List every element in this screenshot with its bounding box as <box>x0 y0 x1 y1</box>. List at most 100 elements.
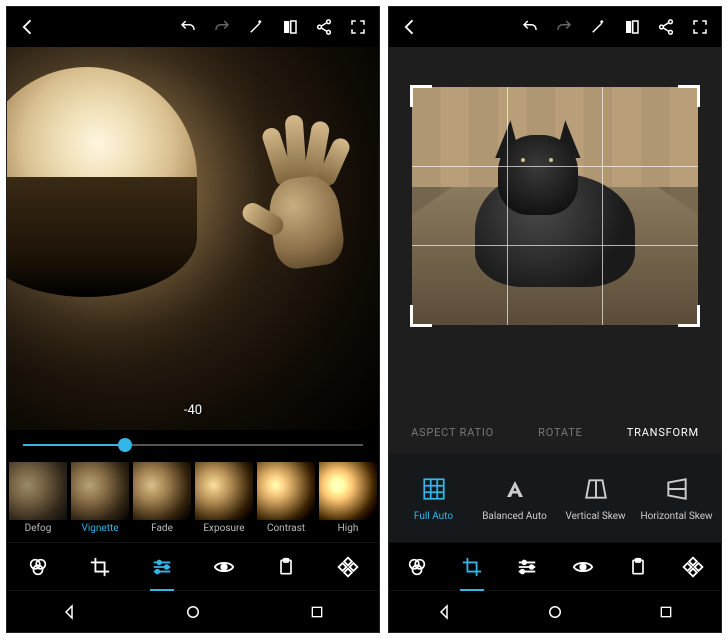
looks-icon <box>27 556 49 578</box>
nav-recents-icon[interactable] <box>302 597 332 627</box>
filter-label: Defog <box>25 523 52 534</box>
heal-icon <box>682 556 704 578</box>
tool-crop[interactable] <box>452 547 492 587</box>
clipboard-icon <box>276 556 296 578</box>
filter-item-vignette[interactable]: Vignette <box>69 460 131 542</box>
adjustment-slider[interactable] <box>7 430 379 460</box>
slider-fill <box>23 444 125 446</box>
fullscreen-icon[interactable] <box>685 12 715 42</box>
heal-icon <box>337 556 359 578</box>
compare-icon[interactable] <box>617 12 647 42</box>
filter-item-high[interactable]: High <box>317 460 379 542</box>
tool-clipboard[interactable] <box>266 547 306 587</box>
crop-tab-row: ASPECT RATIO ROTATE TRANSFORM <box>389 410 721 454</box>
nav-back-icon[interactable] <box>54 597 84 627</box>
back-icon[interactable] <box>13 12 43 42</box>
android-navbar <box>389 590 721 632</box>
nav-back-icon[interactable] <box>429 597 459 627</box>
tool-heal[interactable] <box>328 547 368 587</box>
redo-icon[interactable] <box>549 12 579 42</box>
tool-corrections[interactable] <box>142 547 182 587</box>
tool-crop[interactable] <box>80 547 120 587</box>
magic-wand-icon[interactable] <box>241 12 271 42</box>
filter-thumbnail <box>257 462 315 520</box>
transform-full-auto[interactable]: Full Auto <box>393 475 474 522</box>
filter-item-defog[interactable]: Defog <box>7 460 69 542</box>
crop-handle-br[interactable] <box>678 305 700 327</box>
tool-eye[interactable] <box>204 547 244 587</box>
crop-icon <box>89 556 111 578</box>
crop-canvas[interactable] <box>389 47 721 410</box>
tool-looks[interactable] <box>397 547 437 587</box>
android-navbar <box>7 590 379 632</box>
edited-image <box>7 47 379 430</box>
transform-icon <box>420 475 448 503</box>
bottom-toolbar <box>389 542 721 590</box>
transform-icon <box>663 475 691 503</box>
filter-thumbnail <box>71 462 129 520</box>
back-icon[interactable] <box>395 12 425 42</box>
undo-icon[interactable] <box>515 12 545 42</box>
top-bar <box>7 7 379 47</box>
eye-icon <box>571 556 595 578</box>
transform-icon <box>501 475 529 503</box>
edited-image <box>412 87 698 325</box>
crop-gridline <box>602 87 603 325</box>
eye-icon <box>212 556 236 578</box>
crop-gridline <box>507 87 508 325</box>
tool-heal[interactable] <box>673 547 713 587</box>
crop-handle-tl[interactable] <box>410 85 432 107</box>
undo-icon[interactable] <box>173 12 203 42</box>
tool-looks[interactable] <box>18 547 58 587</box>
transform-icon <box>582 475 610 503</box>
filter-item-contrast[interactable]: Contrast <box>255 460 317 542</box>
transform-label: Balanced Auto <box>482 511 547 522</box>
share-icon[interactable] <box>309 12 339 42</box>
transform-horizontal-skew[interactable]: Horizontal Skew <box>636 475 717 522</box>
filter-thumbnail <box>133 462 191 520</box>
crop-handle-tr[interactable] <box>678 85 700 107</box>
image-canvas[interactable]: -40 <box>7 47 379 430</box>
filter-label: Vignette <box>81 523 118 534</box>
crop-handle-bl[interactable] <box>410 305 432 327</box>
filter-strip[interactable]: Defog Vignette Fade Exposure Contrast High <box>7 460 379 542</box>
filter-item-exposure[interactable]: Exposure <box>193 460 255 542</box>
redo-icon[interactable] <box>207 12 237 42</box>
filter-label: Fade <box>151 523 173 534</box>
nav-home-icon[interactable] <box>178 597 208 627</box>
right-screen: ASPECT RATIO ROTATE TRANSFORM Full Auto Bal… <box>388 6 722 633</box>
filter-item-fade[interactable]: Fade <box>131 460 193 542</box>
top-bar <box>389 7 721 47</box>
adjustment-value: -40 <box>184 403 202 418</box>
crop-gridline <box>412 245 698 246</box>
left-screen: -40 Defog Vignette Fade Exposure Contrast Hig… <box>6 6 380 633</box>
tab-transform[interactable]: TRANSFORM <box>621 422 705 443</box>
corrections-icon <box>515 556 539 578</box>
crop-frame[interactable] <box>412 87 698 325</box>
filter-label: High <box>338 523 359 534</box>
filter-label: Exposure <box>203 523 244 534</box>
clipboard-icon <box>628 556 648 578</box>
corrections-icon <box>150 556 174 578</box>
looks-icon <box>406 556 428 578</box>
transform-option-row: Full Auto Balanced Auto Vertical Skew Horiz… <box>389 454 721 542</box>
tab-rotate[interactable]: ROTATE <box>532 422 588 443</box>
tool-eye[interactable] <box>563 547 603 587</box>
transform-label: Full Auto <box>414 511 453 522</box>
bottom-toolbar <box>7 542 379 590</box>
transform-balanced-auto[interactable]: Balanced Auto <box>474 475 555 522</box>
transform-vertical-skew[interactable]: Vertical Skew <box>555 475 636 522</box>
nav-recents-icon[interactable] <box>651 597 681 627</box>
share-icon[interactable] <box>651 12 681 42</box>
tool-corrections[interactable] <box>507 547 547 587</box>
transform-label: Horizontal Skew <box>640 511 712 522</box>
compare-icon[interactable] <box>275 12 305 42</box>
slider-thumb-icon[interactable] <box>118 438 132 452</box>
fullscreen-icon[interactable] <box>343 12 373 42</box>
nav-home-icon[interactable] <box>540 597 570 627</box>
filter-thumbnail <box>319 462 377 520</box>
magic-wand-icon[interactable] <box>583 12 613 42</box>
transform-label: Vertical Skew <box>565 511 625 522</box>
tab-aspect-ratio[interactable]: ASPECT RATIO <box>405 422 500 443</box>
tool-clipboard[interactable] <box>618 547 658 587</box>
